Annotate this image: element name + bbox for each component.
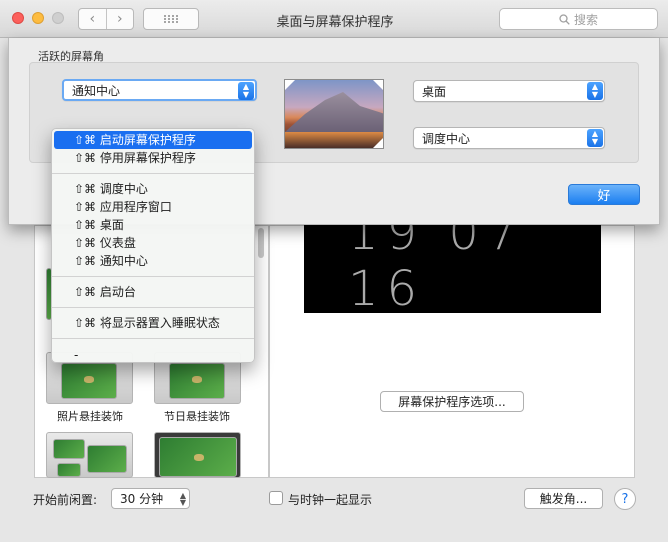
holiday-thumb-image (169, 363, 225, 399)
collage-image-2 (87, 445, 127, 473)
insect-icon (192, 376, 202, 383)
corner-marker-bottom-right (373, 138, 383, 148)
minimize-window-button[interactable] (32, 12, 44, 24)
show-clock-label: 与时钟一起显示 (288, 493, 373, 507)
search-icon (559, 13, 570, 25)
top-right-corner-value: 桌面 (422, 84, 447, 99)
menu-separator (52, 307, 254, 308)
menu-separator (52, 173, 254, 174)
screensaver-label-photo: 照片悬挂装饰 (57, 410, 123, 423)
back-button[interactable]: ‹ (79, 9, 106, 29)
top-left-corner-select[interactable]: 通知中心 ▲ ▼ (62, 79, 257, 101)
ok-button[interactable]: 好 (568, 184, 640, 205)
search-field[interactable]: 搜索 (499, 8, 658, 30)
title-bar: ‹ › 桌面与屏幕保护程序 搜索 (0, 0, 668, 38)
show-all-button[interactable] (143, 8, 199, 30)
idle-time-value: 30 分钟 (120, 492, 164, 506)
bottom-right-corner-select[interactable]: 调度中心 ▲ ▼ (413, 127, 605, 149)
grid-icon (164, 15, 178, 23)
screensaver-thumb-shift[interactable] (154, 432, 241, 478)
insect-icon (84, 376, 94, 383)
chevron-updown-icon: ▲ ▼ (238, 82, 254, 100)
zoom-window-button[interactable] (52, 12, 64, 24)
hot-corners-button[interactable]: 触发角... (524, 488, 603, 509)
back-forward-control: ‹ › (78, 8, 134, 30)
menu-item-mission-control[interactable]: ⇧⌘ 调度中心 (52, 180, 254, 198)
screensaver-thumb-collage[interactable] (46, 432, 133, 478)
menu-separator (52, 338, 254, 339)
menu-item-display-sleep[interactable]: ⇧⌘ 将显示器置入睡眠状态 (52, 314, 254, 332)
shift-thumb-image (159, 437, 237, 477)
screensaver-label-holiday: 节日悬挂装饰 (164, 410, 230, 423)
desktop-preview-image (284, 79, 384, 149)
preview-clock-digits: 19 07 16 (348, 225, 526, 313)
menu-item-launchpad[interactable]: ⇧⌘ 启动台 (52, 283, 254, 301)
menu-item-none[interactable]: - (52, 345, 254, 365)
forward-button[interactable]: › (105, 9, 134, 29)
collage-image-1 (53, 439, 85, 459)
menu-item-application-windows[interactable]: ⇧⌘ 应用程序窗口 (52, 198, 254, 216)
menu-separator (52, 276, 254, 277)
screensaver-list-scrollbar[interactable] (258, 228, 264, 258)
bottom-right-corner-value: 调度中心 (422, 131, 471, 146)
screensaver-options-button[interactable]: 屏幕保护程序选项... (380, 391, 524, 412)
show-clock-checkbox[interactable] (269, 491, 283, 505)
screensaver-preview: 19 07 16 (304, 225, 601, 313)
menu-item-dashboard[interactable]: ⇧⌘ 仪表盘 (52, 234, 254, 252)
chevron-updown-icon: ▲ ▼ (179, 491, 186, 507)
window-title: 桌面与屏幕保护程序 (276, 15, 394, 30)
top-left-corner-value: 通知中心 (72, 83, 121, 98)
mountain-shape (285, 92, 383, 132)
search-placeholder: 搜索 (573, 12, 598, 27)
corner-marker-top-left (285, 80, 295, 90)
help-button[interactable]: ? (614, 488, 636, 510)
chevron-updown-icon: ▲ ▼ (587, 82, 603, 100)
insect-icon (194, 454, 204, 461)
menu-item-disable-screensaver[interactable]: ⇧⌘ 停用屏幕保护程序 (52, 149, 254, 167)
bottom-left-corner-menu: ⇧⌘ 启动屏幕保护程序 ⇧⌘ 停用屏幕保护程序 ⇧⌘ 调度中心 ⇧⌘ 应用程序窗… (51, 128, 255, 363)
photo-thumb-image (61, 363, 117, 399)
menu-item-notification-center[interactable]: ⇧⌘ 通知中心 (52, 252, 254, 270)
idle-label: 开始前闲置: (33, 493, 98, 507)
close-window-button[interactable] (12, 12, 24, 24)
chevron-updown-icon: ▲ ▼ (587, 129, 603, 147)
menu-item-start-screensaver[interactable]: ⇧⌘ 启动屏幕保护程序 (54, 131, 252, 149)
collage-image-3 (57, 463, 81, 477)
lake-shape (285, 132, 383, 148)
idle-time-select[interactable]: 30 分钟 ▲ ▼ (111, 488, 190, 509)
menu-item-desktop[interactable]: ⇧⌘ 桌面 (52, 216, 254, 234)
top-right-corner-select[interactable]: 桌面 ▲ ▼ (413, 80, 605, 102)
corner-marker-top-right (373, 80, 383, 90)
